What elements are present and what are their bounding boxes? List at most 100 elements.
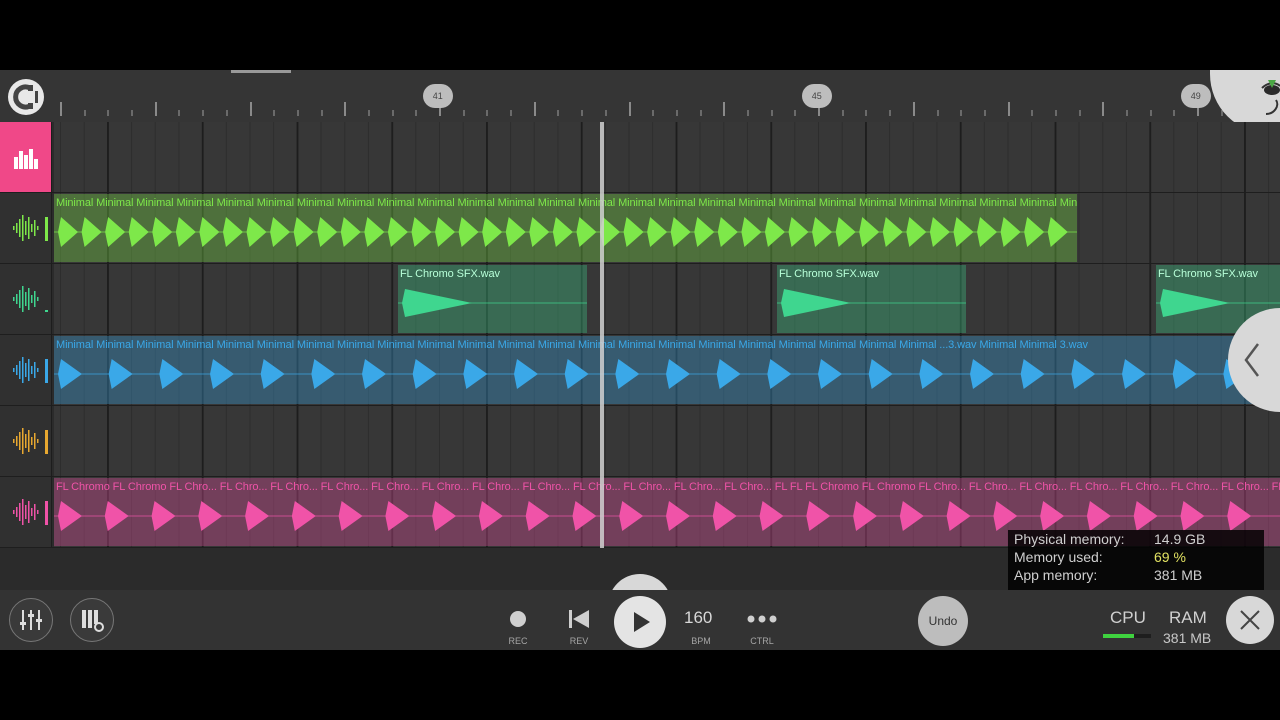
waveform-hit xyxy=(1024,217,1045,247)
magnet-snap-button[interactable] xyxy=(8,79,44,115)
ruler-tick xyxy=(581,110,584,116)
track-header[interactable] xyxy=(0,335,52,405)
waveform-hit xyxy=(505,217,526,247)
ruler-tick xyxy=(604,110,607,116)
tempo-control[interactable]: 160 BPM xyxy=(680,590,722,650)
play-icon xyxy=(634,612,650,632)
track-lane[interactable] xyxy=(54,122,1280,192)
bar-marker[interactable]: 45 xyxy=(801,84,832,108)
waveform-hit xyxy=(478,501,503,531)
ruler-ticks xyxy=(54,100,1280,116)
track-lane[interactable]: CHPCHPCHPCHPCHPCHP xyxy=(54,406,1280,476)
waveform-hit xyxy=(411,217,432,247)
record-button[interactable]: REC xyxy=(500,590,536,650)
ruler-tick xyxy=(225,110,228,116)
waveform-hit xyxy=(946,501,971,531)
track-header[interactable] xyxy=(0,264,52,334)
ctrl-label: CTRL xyxy=(750,636,774,646)
track-level-indicator xyxy=(45,501,48,525)
track-header[interactable] xyxy=(0,193,52,263)
waveform-hit xyxy=(108,359,133,389)
ruler-tick xyxy=(1031,110,1034,116)
track-header[interactable] xyxy=(0,477,52,547)
close-icon xyxy=(1240,610,1260,630)
waveform-hit xyxy=(58,359,82,389)
waveform-hit xyxy=(1000,217,1021,247)
waveform-hit xyxy=(615,359,640,389)
timeline-ruler[interactable]: 41 45 49 xyxy=(0,70,1280,134)
waveform-hit xyxy=(647,217,668,247)
clip-name: FL Chromo SFX.wav xyxy=(778,268,879,280)
waveform-hit xyxy=(338,501,363,531)
track-header[interactable] xyxy=(0,122,52,192)
audio-clip[interactable]: Minimal Minimal Minimal Minimal Minimal … xyxy=(54,194,1078,262)
waveform-hit xyxy=(1047,217,1068,247)
waveform-hit xyxy=(759,501,784,531)
ruler-tick xyxy=(486,110,489,116)
track-lane[interactable]: FL Chromo SFX.wav FL Chromo SFX.wav FL Chr… xyxy=(54,264,1280,334)
play-button[interactable] xyxy=(614,596,666,648)
memory-used-value: 69 % xyxy=(1154,549,1186,565)
skip-back-icon xyxy=(569,610,589,628)
track-minimal-loop: Minimal Minimal Minimal Minimal Minimal … xyxy=(0,193,1280,264)
track-level-indicator xyxy=(45,217,48,241)
ruler-tick xyxy=(1078,110,1081,116)
audio-clip[interactable]: Minimal Minimal Minimal Minimal Minimal … xyxy=(54,336,1280,404)
ctrl-button[interactable]: CTRL xyxy=(744,590,780,650)
undo-button[interactable]: Undo xyxy=(918,596,968,646)
audio-waveform-icon xyxy=(13,499,39,525)
playhead[interactable] xyxy=(599,122,604,548)
record-icon xyxy=(510,611,526,627)
clip-name: Minimal Minimal Minimal Minimal Minimal … xyxy=(56,197,1078,209)
waveform-hit xyxy=(104,501,129,531)
audio-clip[interactable]: FL Chromo SFX.wav xyxy=(397,265,588,333)
waveform-hit xyxy=(1133,501,1158,531)
waveform-hit xyxy=(818,359,842,389)
ruler-tick xyxy=(320,110,323,116)
ruler-tick xyxy=(60,102,62,116)
waveform-hit xyxy=(868,359,893,389)
waveform-hit xyxy=(317,217,338,247)
waveform-hit xyxy=(482,217,503,247)
waveform-hit xyxy=(564,359,589,389)
track-lane[interactable]: Minimal Minimal Minimal Minimal Minimal … xyxy=(54,193,1280,263)
bar-marker[interactable]: 49 xyxy=(1180,84,1211,108)
waveform-hit xyxy=(666,359,690,389)
waveform-hit xyxy=(401,289,472,317)
waveform-hit xyxy=(222,217,243,247)
ruler-tick xyxy=(747,110,749,116)
ruler-tick xyxy=(794,110,797,116)
ruler-tick xyxy=(107,110,110,116)
waveform-hit xyxy=(576,217,597,247)
mixer-button[interactable] xyxy=(9,598,53,642)
ruler-tick xyxy=(841,110,844,116)
close-button[interactable] xyxy=(1226,596,1274,644)
ruler-tick xyxy=(1149,110,1152,116)
bar-marker[interactable]: 41 xyxy=(422,84,453,108)
audio-clip[interactable]: FL Chromo SFX.wav xyxy=(776,265,967,333)
waveform-hit xyxy=(853,501,878,531)
waveform-hit xyxy=(435,217,456,247)
track-header[interactable] xyxy=(0,406,52,476)
waveform-hit xyxy=(152,217,173,247)
waveform-hit xyxy=(623,217,644,247)
ruler-tick xyxy=(1126,110,1129,116)
waveform-hit xyxy=(463,359,488,389)
waveform-hit xyxy=(525,501,550,531)
physical-memory-label: Physical memory: xyxy=(1014,531,1125,547)
horizontal-scroll-thumb[interactable] xyxy=(231,70,291,73)
waveform-hit xyxy=(741,217,762,247)
waveform-hit xyxy=(412,359,437,389)
ruler-tick xyxy=(652,110,655,116)
track-lane[interactable]: Minimal Minimal Minimal Minimal Minimal … xyxy=(54,335,1280,405)
channel-rack-button[interactable] xyxy=(70,598,114,642)
waveform-hit xyxy=(151,501,176,531)
rewind-button[interactable]: REV xyxy=(561,590,597,650)
cpu-label: CPU xyxy=(1110,608,1146,627)
waveform-hit xyxy=(246,217,267,247)
waveform-hit xyxy=(291,501,316,531)
ruler-tick xyxy=(510,110,513,116)
more-dots-icon xyxy=(747,615,777,623)
ruler-tick xyxy=(557,110,560,116)
ruler-tick xyxy=(1102,102,1105,116)
